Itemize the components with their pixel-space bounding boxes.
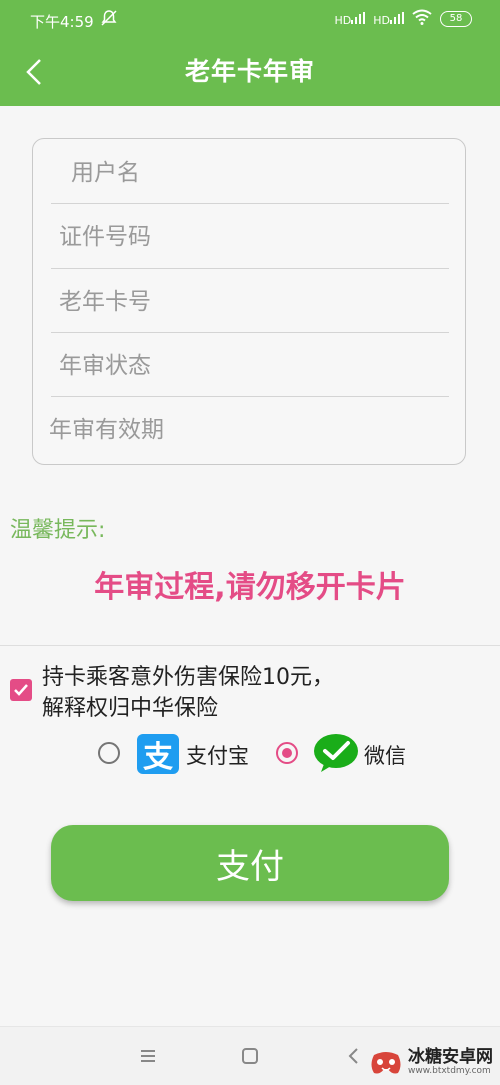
field-divider xyxy=(51,268,449,269)
id-number-field[interactable] xyxy=(51,205,449,269)
alipay-radio[interactable] xyxy=(98,742,120,764)
senior-card-number-field[interactable] xyxy=(51,270,449,334)
status-icons: HD HD 58 xyxy=(335,9,472,29)
tip-label: 温馨提示: xyxy=(10,518,106,543)
section-divider xyxy=(0,645,500,646)
do-not-disturb-icon xyxy=(100,9,118,31)
watermark: 冰糖安卓网 www.btxtdmy.com xyxy=(368,1040,500,1084)
insurance-line-1: 持卡乘客意外伤害保险10元， xyxy=(42,665,334,690)
page-title: 老年卡年审 xyxy=(184,57,315,86)
insurance-text: 持卡乘客意外伤害保险10元， 解释权归中华保险 xyxy=(42,662,462,724)
status-bar: 下午4:59 HD HD 58 xyxy=(0,0,500,44)
wechat-radio[interactable] xyxy=(276,742,298,764)
field-divider xyxy=(51,396,449,397)
menu-icon[interactable] xyxy=(136,1044,160,1068)
alipay-label[interactable]: 支付宝 xyxy=(186,740,249,770)
alipay-icon[interactable]: 支 xyxy=(137,734,179,775)
field-divider xyxy=(51,203,449,204)
insurance-checkbox[interactable] xyxy=(10,679,32,701)
signal-icon-2: HD xyxy=(373,12,404,26)
username-field[interactable] xyxy=(51,141,449,205)
insurance-line-2: 解释权归中华保险 xyxy=(42,696,219,721)
wechat-pay-icon[interactable] xyxy=(312,732,360,774)
status-time: 下午4:59 xyxy=(30,13,94,31)
checkmark-icon xyxy=(14,684,28,696)
signal-icon: HD xyxy=(335,12,366,26)
watermark-title: 冰糖安卓网 xyxy=(408,1047,493,1067)
gamepad-logo-icon xyxy=(371,1052,401,1074)
warning-message: 年审过程,请勿移开卡片 xyxy=(94,570,406,605)
pay-button[interactable]: 支付 xyxy=(51,825,449,901)
review-status-field[interactable] xyxy=(51,334,449,398)
wifi-icon xyxy=(412,9,432,29)
battery-indicator: 58 xyxy=(440,11,472,27)
field-divider xyxy=(51,332,449,333)
review-validity-field[interactable] xyxy=(43,398,441,462)
home-icon[interactable] xyxy=(238,1044,262,1068)
card-info-form xyxy=(32,138,466,465)
wechat-label[interactable]: 微信 xyxy=(364,740,406,770)
back-nav-icon[interactable] xyxy=(342,1044,366,1068)
watermark-text: 冰糖安卓网 www.btxtdmy.com xyxy=(408,1048,493,1076)
payment-options: 支 支付宝 微信 xyxy=(0,732,500,778)
watermark-url: www.btxtdmy.com xyxy=(408,1066,491,1076)
app-bar: 下午4:59 HD HD 58 老年卡年审 xyxy=(0,0,500,106)
